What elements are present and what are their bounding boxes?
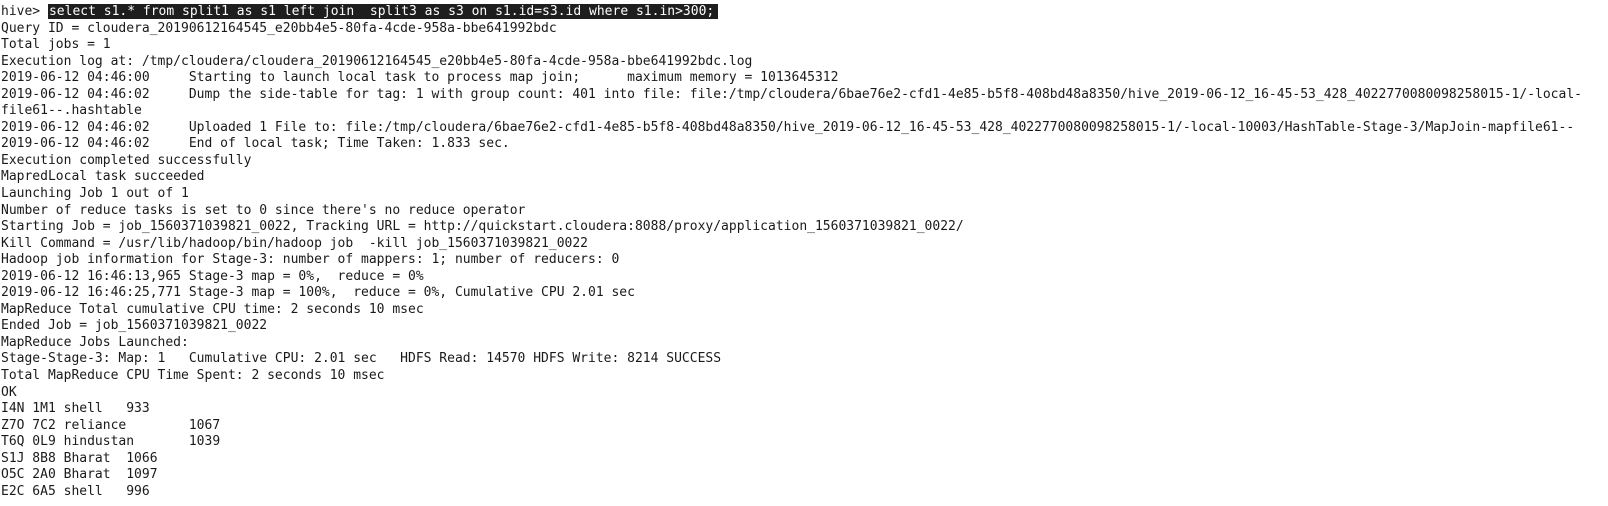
- output-line: Query ID = cloudera_20190612164545_e20bb…: [1, 20, 557, 36]
- output-line: Z7O 7C2 reliance 1067: [1, 417, 221, 433]
- output-line: MapredLocal task succeeded: [1, 169, 205, 185]
- output-line: Execution log at: /tmp/cloudera/cloudera…: [1, 53, 753, 69]
- terminal-output: Query ID = cloudera_20190612164545_e20bb…: [0, 21, 1608, 501]
- output-line: Total MapReduce CPU Time Spent: 2 second…: [1, 368, 385, 384]
- shell-prompt: hive>: [1, 4, 48, 19]
- selected-command[interactable]: select s1.* from split1 as s1 left join …: [47, 4, 719, 19]
- output-line: Starting Job = job_1560371039821_0022, T…: [1, 219, 964, 235]
- output-line: E2C 6A5 shell 996: [1, 483, 150, 499]
- output-line: MapReduce Jobs Launched:: [1, 334, 189, 350]
- command-line: hive> select s1.* from split1 as s1 left…: [0, 4, 1608, 21]
- output-line: 2019-06-12 16:46:25,771 Stage-3 map = 10…: [1, 285, 635, 301]
- output-line: 2019-06-12 16:46:13,965 Stage-3 map = 0%…: [1, 268, 424, 284]
- output-line: 2019-06-12 04:46:00 Starting to launch l…: [1, 70, 839, 86]
- output-line: Kill Command = /usr/lib/hadoop/bin/hadoo…: [1, 235, 588, 251]
- output-line: Hadoop job information for Stage-3: numb…: [1, 252, 620, 268]
- output-line: Launching Job 1 out of 1: [1, 186, 189, 202]
- output-line: O5C 2A0 Bharat 1097: [1, 467, 158, 483]
- output-line: 2019-06-12 04:46:02 End of local task; T…: [1, 136, 510, 152]
- output-line: Total jobs = 1: [1, 37, 111, 53]
- terminal-window[interactable]: hive> select s1.* from split1 as s1 left…: [0, 0, 1608, 506]
- output-line: MapReduce Total cumulative CPU time: 2 s…: [1, 301, 424, 317]
- output-line: file61--.hashtable: [1, 103, 142, 119]
- output-line: 2019-06-12 04:46:02 Dump the side-table …: [1, 86, 1582, 102]
- output-line: Execution completed successfully: [1, 152, 252, 168]
- output-line: Number of reduce tasks is set to 0 since…: [1, 202, 526, 218]
- output-line: I4N 1M1 shell 933: [1, 401, 150, 417]
- output-line: Ended Job = job_1560371039821_0022: [1, 318, 268, 334]
- output-line: OK: [1, 384, 17, 400]
- output-line: T6Q 0L9 hindustan 1039: [1, 434, 221, 450]
- output-line: S1J 8B8 Bharat 1066: [1, 450, 158, 466]
- output-line: Stage-Stage-3: Map: 1 Cumulative CPU: 2.…: [1, 351, 722, 367]
- output-line: 2019-06-12 04:46:02 Uploaded 1 File to: …: [1, 119, 1575, 135]
